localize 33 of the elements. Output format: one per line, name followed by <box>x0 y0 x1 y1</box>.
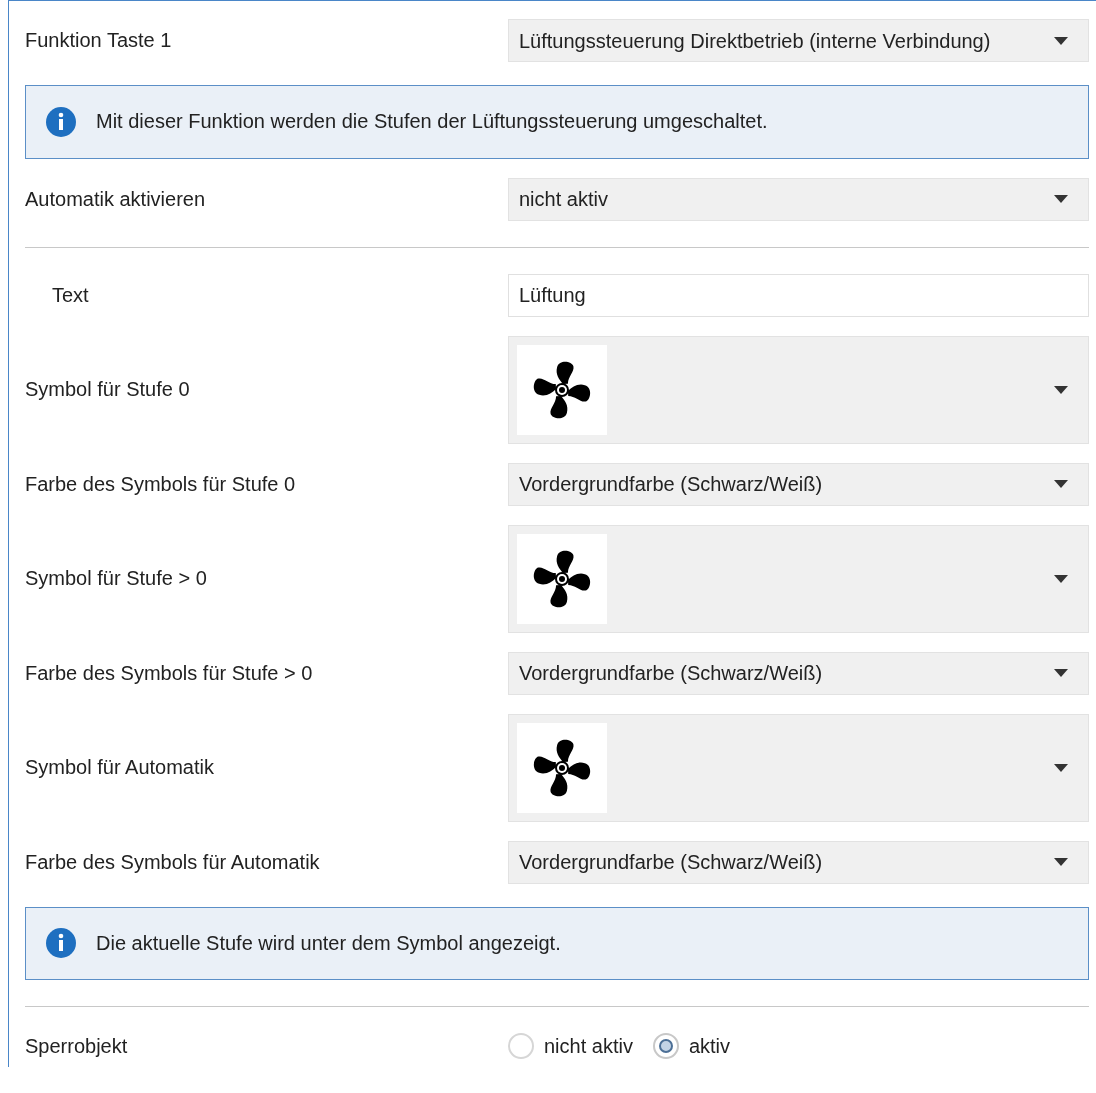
field-label: Text <box>51 283 90 307</box>
field-label: Automatik aktivieren <box>25 187 207 211</box>
field-label: Funktion Taste 1 <box>25 29 173 52</box>
field-label: Farbe des Symbols für Stufe > 0 <box>25 661 314 685</box>
dropdown[interactable]: Vordergrundfarbe (Schwarz/Weiß) <box>508 462 1089 506</box>
dropdown-caret-icon <box>1054 669 1068 677</box>
dropdown-caret-icon <box>1054 385 1068 394</box>
radio-option[interactable]: nicht aktiv <box>508 1033 633 1059</box>
field-label: Farbe des Symbols für Stufe 0 <box>25 472 297 496</box>
symbol-dropdown[interactable] <box>508 713 1089 822</box>
info-icon <box>46 106 76 137</box>
dropdown[interactable]: Vordergrundfarbe (Schwarz/Weiß) <box>508 651 1089 695</box>
dropdown[interactable]: nicht aktiv <box>508 177 1089 221</box>
field-label: Symbol für Stufe 0 <box>25 378 191 401</box>
info-icon <box>46 928 76 959</box>
dropdown-caret-icon <box>1054 195 1068 203</box>
dropdown-caret-icon <box>1054 858 1068 866</box>
text-field[interactable]: Lüftung <box>508 273 1089 317</box>
dropdown-caret-icon <box>1054 763 1068 772</box>
info-text: Die aktuelle Stufe wird unter dem Symbol angezeigt. <box>96 931 561 955</box>
field-label: Sperrobjekt <box>25 1034 129 1058</box>
dropdown-caret-icon <box>1054 36 1068 45</box>
symbol-dropdown[interactable] <box>508 524 1089 633</box>
radio-option[interactable]: aktiv <box>652 1033 731 1059</box>
field-label: Farbe des Symbols für Automatik <box>25 850 321 874</box>
dropdown[interactable]: Vordergrundfarbe (Schwarz/Weiß) <box>508 840 1089 884</box>
dropdown-caret-icon <box>1054 574 1068 583</box>
field-label: Symbol für Automatik <box>25 756 215 779</box>
symbol-dropdown[interactable] <box>508 335 1089 444</box>
field-label: Symbol für Stufe > 0 <box>25 567 208 590</box>
dropdown[interactable]: Lüftungssteuerung Direktbetrieb (interne Verbindung) <box>508 19 1089 62</box>
info-text: Mit dieser Funktion werden die Stufen der Lüftungssteuerung umgeschaltet. <box>96 110 768 134</box>
dropdown-caret-icon <box>1054 480 1068 488</box>
